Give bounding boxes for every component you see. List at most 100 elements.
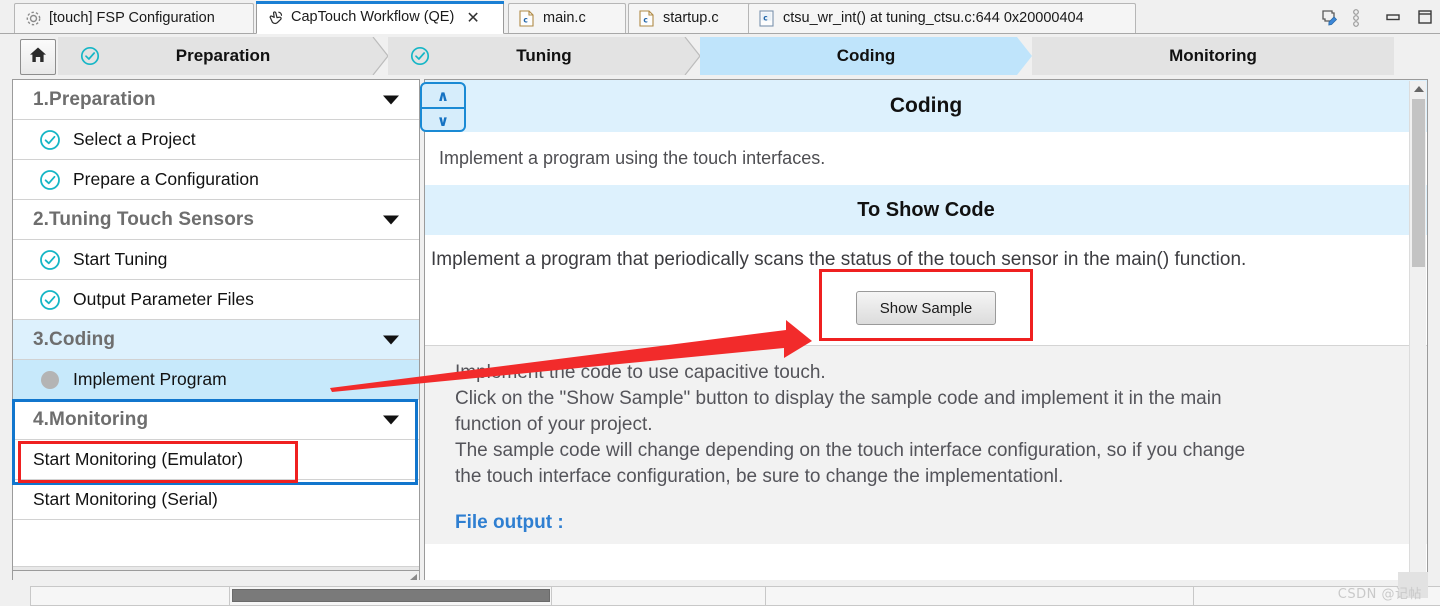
item-label: Prepare a Configuration xyxy=(73,169,259,189)
description-line: The sample code will change depending on… xyxy=(455,440,1246,461)
tab-captouch-workflow[interactable]: CapTouch Workflow (QE) ✕ xyxy=(256,1,504,34)
chevron-down-icon[interactable] xyxy=(383,415,399,424)
item-label: Output Parameter Files xyxy=(73,289,254,309)
description-line: function of your project. xyxy=(455,414,653,435)
content-vertical-scrollbar[interactable] xyxy=(1409,81,1426,585)
c-file-icon: c xyxy=(639,10,656,27)
group-label: 2.Tuning Touch Sensors xyxy=(33,208,255,230)
description-line: the touch interface configuration, be su… xyxy=(455,466,1064,487)
tab-label: ctsu_wr_int() at tuning_ctsu.c:644 0x200… xyxy=(783,10,1084,27)
file-output-label: File output : xyxy=(455,512,564,533)
tab-label: startup.c xyxy=(663,10,719,27)
tab-label: main.c xyxy=(543,10,586,27)
check-circle-icon xyxy=(39,129,61,151)
watermark: CSDN @记帖 xyxy=(1337,587,1422,602)
tab-fsp-configuration[interactable]: [touch] FSP Configuration xyxy=(14,3,254,33)
check-circle-icon xyxy=(39,249,61,271)
tab-startup-c[interactable]: c startup.c xyxy=(628,3,758,33)
chevron-down-icon[interactable] xyxy=(383,95,399,104)
workflow-breadcrumb: Preparation Tuning Coding Monitoring xyxy=(0,34,1440,111)
svg-text:c: c xyxy=(643,15,647,24)
item-implement-program[interactable]: Implement Program xyxy=(13,360,419,400)
step-tuning[interactable]: Tuning xyxy=(388,36,701,76)
item-label: Start Monitoring (Emulator) xyxy=(33,449,244,469)
item-start-monitoring-serial[interactable]: Start Monitoring (Serial) xyxy=(13,480,419,520)
show-sample-area: Show Sample xyxy=(425,269,1427,345)
scroll-up-icon[interactable] xyxy=(1410,81,1427,97)
tab-label: [touch] FSP Configuration xyxy=(49,10,215,27)
card-title: To Show Code xyxy=(425,185,1427,235)
hand-pointer-icon xyxy=(267,9,284,26)
group-monitoring[interactable]: 4.Monitoring xyxy=(13,400,419,440)
status-bar xyxy=(0,580,1440,606)
group-coding[interactable]: 3.Coding xyxy=(13,320,419,360)
workflow-steps: Preparation Tuning Coding Monitoring xyxy=(58,36,1394,76)
step-label: Coding xyxy=(836,46,896,65)
svg-text:c: c xyxy=(523,15,527,24)
home-button[interactable] xyxy=(20,39,56,75)
group-label: 4.Monitoring xyxy=(33,408,149,430)
workflow-body: 1.Preparation Select a Project Prepare a… xyxy=(0,78,1440,602)
c-file-icon: c xyxy=(759,10,776,27)
chevron-down-icon[interactable] xyxy=(383,335,399,344)
progress-indicator xyxy=(232,589,550,602)
nav-down-button[interactable]: ∨ xyxy=(422,109,464,130)
card-intro: Implement a program that periodically sc… xyxy=(431,249,1247,270)
status-cell xyxy=(30,586,230,606)
minimize-icon[interactable] xyxy=(1384,8,1402,26)
show-sample-button[interactable]: Show Sample xyxy=(856,291,996,325)
check-circle-icon xyxy=(39,169,61,191)
chevron-down-icon[interactable] xyxy=(383,215,399,224)
description-line: Implement the code to use capacitive tou… xyxy=(455,362,826,383)
description-panel: Implement the code to use capacitive tou… xyxy=(425,345,1427,544)
card-intro-row: Implement a program that periodically sc… xyxy=(425,235,1427,271)
status-cell xyxy=(766,586,1194,606)
workflow-right-padding xyxy=(1394,37,1440,75)
item-select-a-project[interactable]: Select a Project xyxy=(13,120,419,160)
application-window: [touch] FSP Configuration CapTouch Workf… xyxy=(0,0,1440,606)
tab-ctsu-wr-int[interactable]: c ctsu_wr_int() at tuning_ctsu.c:644 0x2… xyxy=(748,3,1136,33)
step-coding[interactable]: Coding xyxy=(700,37,1032,75)
workflow-step-tree: 1.Preparation Select a Project Prepare a… xyxy=(12,79,420,571)
step-label: Tuning xyxy=(516,46,572,65)
group-label: 3.Coding xyxy=(33,328,116,350)
item-label: Select a Project xyxy=(73,129,196,149)
home-icon xyxy=(28,45,48,70)
item-start-tuning[interactable]: Start Tuning xyxy=(13,240,419,280)
status-cell xyxy=(552,586,766,606)
editor-tab-bar: [touch] FSP Configuration CapTouch Workf… xyxy=(0,0,1440,34)
item-label: Implement Program xyxy=(73,369,227,389)
section-subtitle: Implement a program using the touch inte… xyxy=(439,148,826,168)
step-preparation[interactable]: Preparation xyxy=(58,36,389,76)
tab-main-c[interactable]: c main.c xyxy=(508,3,626,33)
menu-dots-icon[interactable] xyxy=(1352,8,1370,27)
step-label: Monitoring xyxy=(1169,46,1257,65)
close-icon[interactable]: ✕ xyxy=(466,9,479,26)
item-output-parameter-files[interactable]: Output Parameter Files xyxy=(13,280,419,320)
step-label: Preparation xyxy=(175,46,271,65)
restore-perspective-icon[interactable] xyxy=(1320,8,1338,26)
check-circle-icon xyxy=(39,289,61,311)
step-nav-buttons: ∧ ∨ xyxy=(420,82,466,132)
active-tab-indicator xyxy=(256,1,504,4)
svg-text:c: c xyxy=(763,13,767,22)
group-tuning-touch-sensors[interactable]: 2.Tuning Touch Sensors xyxy=(13,200,419,240)
item-start-monitoring-emulator[interactable]: Start Monitoring (Emulator) xyxy=(13,440,419,480)
nav-up-button[interactable]: ∧ xyxy=(422,84,464,109)
item-label: Start Monitoring (Serial) xyxy=(33,489,218,509)
gear-icon xyxy=(25,10,42,27)
group-preparation[interactable]: 1.Preparation xyxy=(13,80,419,120)
content-panel: Coding Implement a program using the tou… xyxy=(424,79,1428,587)
group-label: 1.Preparation xyxy=(33,88,156,110)
scrollbar-thumb[interactable] xyxy=(1412,99,1425,267)
step-monitoring[interactable]: Monitoring xyxy=(1032,37,1394,75)
tab-label: CapTouch Workflow (QE) xyxy=(291,9,455,26)
section-subtitle-row: Implement a program using the touch inte… xyxy=(425,132,1427,185)
tree-empty-row xyxy=(13,520,419,567)
c-file-icon: c xyxy=(519,10,536,27)
page-title: Coding xyxy=(425,80,1427,132)
item-prepare-a-configuration[interactable]: Prepare a Configuration xyxy=(13,160,419,200)
description-line: Click on the "Show Sample" button to dis… xyxy=(455,388,1222,409)
maximize-icon[interactable] xyxy=(1416,8,1434,26)
item-label: Start Tuning xyxy=(73,249,168,269)
